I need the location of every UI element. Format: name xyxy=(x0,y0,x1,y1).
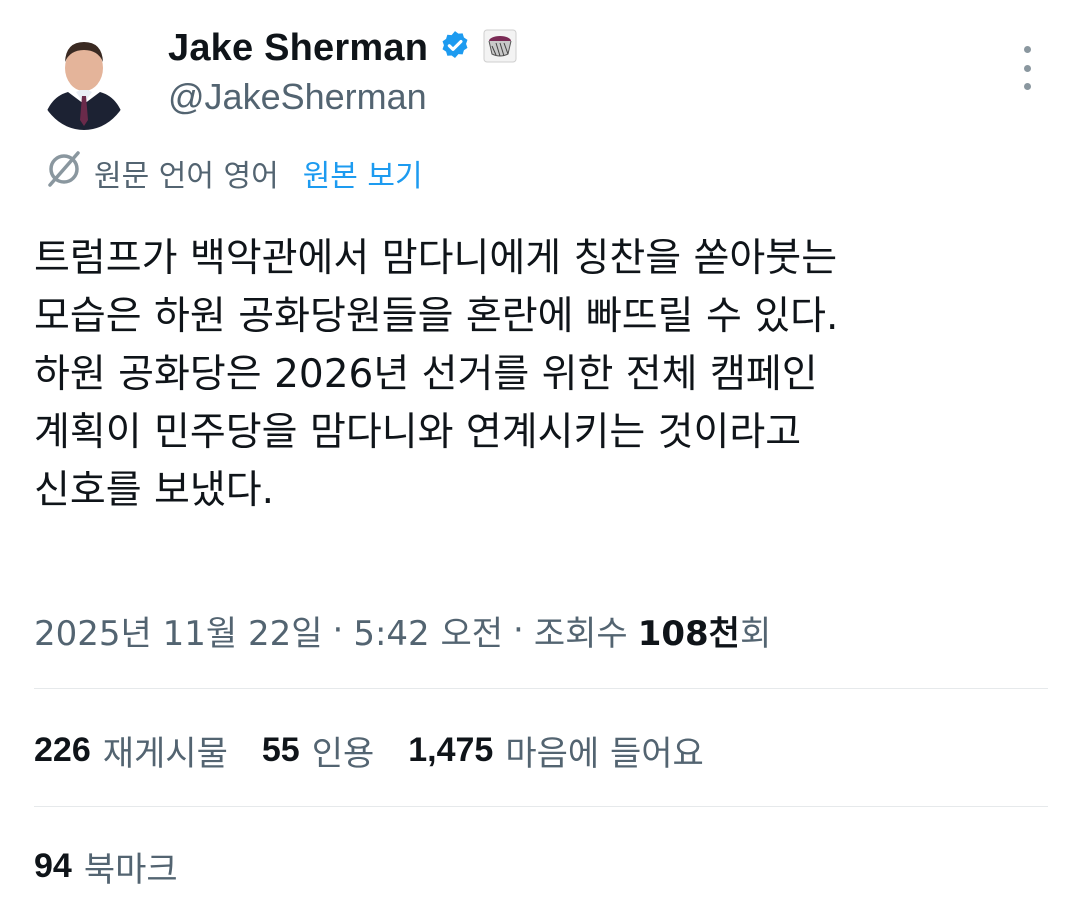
tweet-line: 계획이 민주당을 맘다니와 연계시키는 것이라고 xyxy=(34,410,802,455)
tweet-line: 하원 공화당은 2026년 선거를 위한 전체 캠페인 xyxy=(34,352,818,397)
drum-emoji-icon xyxy=(482,28,518,68)
reposts-stat[interactable]: 226 재게시물 xyxy=(34,726,228,775)
tweet-line: 트럼프가 백악관에서 맘다니에게 칭찬을 쏟아붓는 xyxy=(34,236,838,281)
views-suffix: 회 xyxy=(739,613,772,654)
likes-count: 1,475 xyxy=(408,730,494,769)
tweet-header: Jake Sherman @JakeSherman xyxy=(0,0,1080,150)
translate-icon xyxy=(44,149,84,197)
name-row: Jake Sherman xyxy=(168,22,518,74)
quotes-label: 인용 xyxy=(311,733,375,774)
reposts-label: 재게시물 xyxy=(102,733,228,774)
views-count: 108천 xyxy=(637,613,740,654)
likes-label: 마음에 들어요 xyxy=(505,733,704,774)
tweet-line: 모습은 하원 공화당원들을 혼란에 빠뜨릴 수 있다. xyxy=(34,294,839,339)
translation-row: 원문 언어 영어 원본 보기 xyxy=(44,150,423,196)
divider xyxy=(34,806,1048,807)
separator: · xyxy=(332,610,344,650)
separator: · xyxy=(513,610,524,650)
engagement-stats: 226 재게시물 55 인용 1,475 마음에 들어요 xyxy=(34,724,738,776)
more-dot xyxy=(1023,64,1031,72)
likes-stat[interactable]: 1,475 마음에 들어요 xyxy=(408,726,704,775)
tweet-time[interactable]: 5:42 오전 xyxy=(353,606,503,655)
show-original-link[interactable]: 원본 보기 xyxy=(303,151,423,195)
user-handle[interactable]: @JakeSherman xyxy=(168,76,427,118)
tweet-text: 트럼프가 백악관에서 맘다니에게 칭찬을 쏟아붓는 모습은 하원 공화당원들을 … xyxy=(34,230,1044,520)
avatar[interactable] xyxy=(38,28,130,130)
display-name[interactable]: Jake Sherman xyxy=(168,27,428,70)
bookmarks-stat[interactable]: 94 북마크 xyxy=(34,840,178,892)
more-dot xyxy=(1023,83,1031,90)
reposts-count: 226 xyxy=(34,730,91,769)
views-label: 조회수 xyxy=(533,613,628,654)
tweet-line: 신호를 보냈다. xyxy=(34,468,275,513)
quotes-stat[interactable]: 55 인용 xyxy=(262,726,374,775)
more-options-button[interactable] xyxy=(1012,46,1042,90)
tweet-date[interactable]: 2025년 11월 22일 xyxy=(34,606,323,655)
more-dot xyxy=(1023,46,1031,53)
bookmarks-label: 북마크 xyxy=(83,849,178,890)
verified-badge-icon xyxy=(438,29,472,67)
tweet-meta: 2025년 11월 22일 · 5:42 오전 · 조회수 108천 회 xyxy=(34,604,771,656)
bookmarks-count: 94 xyxy=(34,846,72,885)
divider xyxy=(34,688,1048,689)
translation-label: 원문 언어 영어 xyxy=(94,159,279,194)
quotes-count: 55 xyxy=(261,730,300,769)
